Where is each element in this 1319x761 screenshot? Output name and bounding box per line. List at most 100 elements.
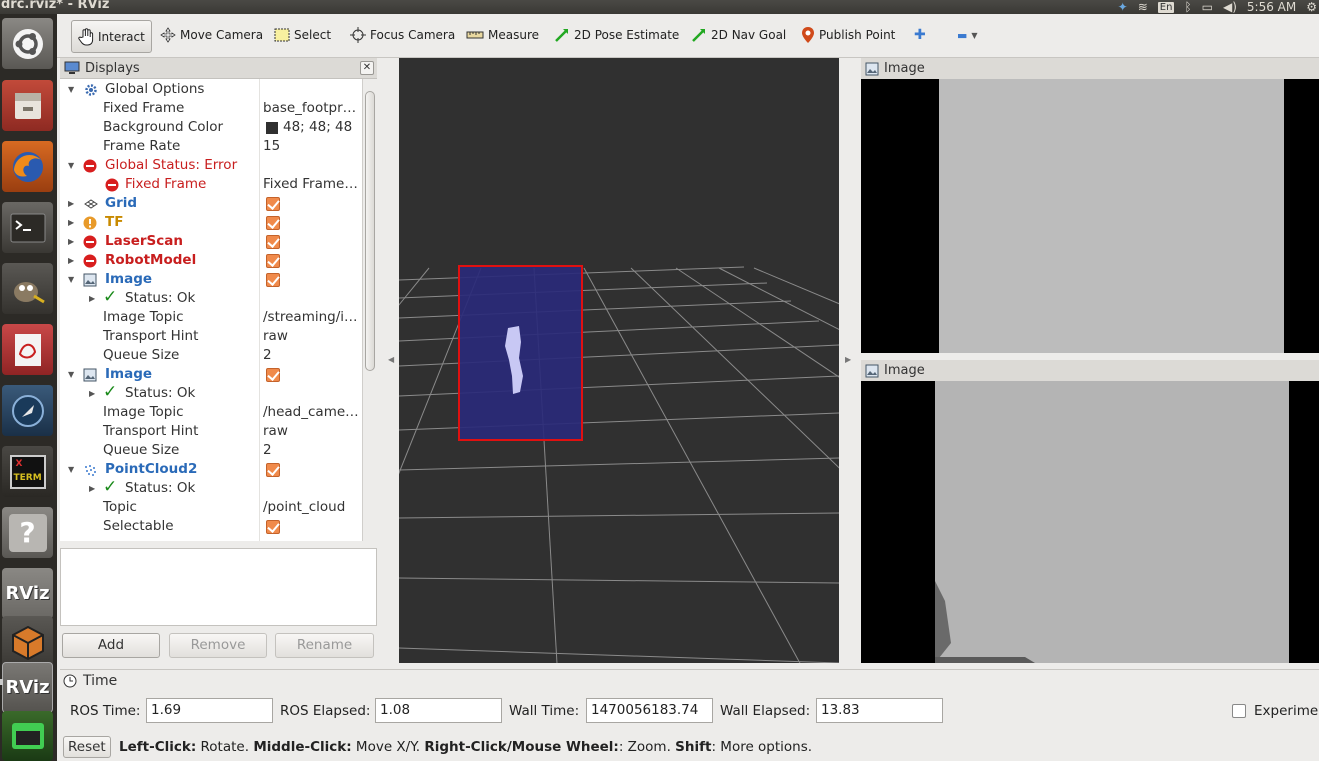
tree-row-queue-size[interactable]: Queue Size 2 <box>60 346 362 365</box>
tree-row-image-topic[interactable]: Image Topic /streaming/image <box>60 308 362 327</box>
tree-row-topic[interactable]: Topic /point_cloud <box>60 498 362 517</box>
pointcloud-enabled-checkbox[interactable] <box>266 463 280 477</box>
tree-row-frame-rate[interactable]: Frame Rate 15 <box>60 137 362 156</box>
tree-row-queue-size[interactable]: Queue Size 2 <box>60 441 362 460</box>
rviz-launcher-icon[interactable]: RViz <box>2 568 53 619</box>
expand-arrow-icon[interactable]: ▼ <box>68 80 74 99</box>
rviz-running-icon[interactable]: RViz <box>2 662 53 713</box>
splitter-handle-left[interactable]: ◀ <box>388 355 394 364</box>
tree-value[interactable]: /point_cloud <box>263 498 359 517</box>
expand-arrow-icon[interactable]: ▶ <box>89 479 95 498</box>
bluetooth-icon[interactable]: ᛒ <box>1184 1 1191 13</box>
package-icon[interactable] <box>2 616 53 667</box>
tree-value[interactable]: /head_camera/image <box>263 403 359 422</box>
volume-icon[interactable]: ◀) <box>1223 1 1237 13</box>
rename-display-button[interactable]: Rename <box>275 633 374 658</box>
interact-tool-button[interactable]: Interact <box>71 20 152 53</box>
publish-point-button[interactable]: Publish Point <box>798 23 898 47</box>
gear-icon[interactable]: ⚙ <box>1306 1 1317 13</box>
tree-row-grid[interactable]: ▶ Grid <box>60 194 362 213</box>
3d-viewport[interactable] <box>399 58 839 663</box>
tree-row-global-status[interactable]: ▼ Global Status: Error <box>60 156 362 175</box>
wall-elapsed-field[interactable]: 13.83 <box>816 698 943 723</box>
select-tool-button[interactable]: Select <box>271 23 334 47</box>
tree-row-background-color[interactable]: Background Color 48; 48; 48 <box>60 118 362 137</box>
wall-time-field[interactable]: 1470056183.74 <box>586 698 713 723</box>
tree-row-fixed-frame[interactable]: Fixed Frame base_footprint <box>60 99 362 118</box>
expand-arrow-icon[interactable]: ▼ <box>68 270 74 289</box>
reset-button[interactable]: Reset <box>63 736 111 758</box>
tree-value[interactable]: raw <box>263 327 359 346</box>
measure-tool-button[interactable]: Measure <box>463 23 542 47</box>
expand-arrow-icon[interactable]: ▶ <box>89 289 95 308</box>
tree-row-status-ok[interactable]: ▶ ✓ Status: Ok <box>60 478 362 498</box>
xterm-icon[interactable]: X TERM <box>2 446 53 497</box>
tree-value[interactable]: /streaming/image <box>263 308 359 327</box>
help-icon[interactable]: ? <box>2 507 53 558</box>
image-1-enabled-checkbox[interactable] <box>266 273 280 287</box>
tf-enabled-checkbox[interactable] <box>266 216 280 230</box>
laserscan-enabled-checkbox[interactable] <box>266 235 280 249</box>
remove-display-button[interactable]: Remove <box>169 633 267 658</box>
tree-value[interactable]: 2 <box>263 346 359 365</box>
image-view-2[interactable] <box>861 381 1319 663</box>
ros-time-field[interactable]: 1.69 <box>146 698 273 723</box>
terminal-icon[interactable] <box>2 202 53 253</box>
expand-arrow-icon[interactable]: ▶ <box>68 232 74 251</box>
clock[interactable]: 5:56 AM <box>1247 1 1296 13</box>
expand-arrow-icon[interactable]: ▶ <box>68 194 74 213</box>
dropbox-icon[interactable]: ✦ <box>1118 1 1128 13</box>
tree-row-selectable[interactable]: Selectable <box>60 517 362 536</box>
add-display-button[interactable]: Add <box>62 633 160 658</box>
keyboard-layout[interactable]: En <box>1157 1 1175 13</box>
expand-arrow-icon[interactable]: ▶ <box>89 384 95 403</box>
tree-value[interactable]: 2 <box>263 441 359 460</box>
close-icon[interactable]: ✕ <box>360 61 374 75</box>
tree-value[interactable]: 15 <box>263 137 359 156</box>
tree-row-fixed-frame-error[interactable]: Fixed Frame Fixed Frame [base_footprint]… <box>60 175 362 194</box>
expand-arrow-icon[interactable]: ▶ <box>68 213 74 232</box>
expand-arrow-icon[interactable]: ▼ <box>68 460 74 479</box>
tree-row-status-ok[interactable]: ▶ ✓ Status: Ok <box>60 288 362 308</box>
expand-arrow-icon[interactable]: ▼ <box>68 365 74 384</box>
color-swatch[interactable] <box>266 122 278 134</box>
splitter-handle-right[interactable]: ▶ <box>845 355 851 364</box>
ubuntu-icon[interactable] <box>2 18 53 69</box>
tree-row-global-options[interactable]: ▼ Global Options <box>60 80 362 99</box>
remove-tool-button[interactable]: ▬ ▼ <box>954 23 981 47</box>
displays-scrollbar[interactable] <box>362 79 377 541</box>
pose-estimate-button[interactable]: 2D Pose Estimate <box>551 23 682 47</box>
image-2-enabled-checkbox[interactable] <box>266 368 280 382</box>
image-view-1[interactable] <box>861 79 1319 353</box>
expand-arrow-icon[interactable]: ▶ <box>68 251 74 270</box>
rocket-app-icon[interactable] <box>2 385 53 436</box>
scrollbar-thumb[interactable] <box>365 91 375 371</box>
tree-value[interactable]: base_footprint <box>263 99 359 118</box>
selectable-checkbox[interactable] <box>266 520 280 534</box>
tree-row-tf[interactable]: ▶ TF <box>60 213 362 232</box>
grid-enabled-checkbox[interactable] <box>266 197 280 211</box>
move-camera-button[interactable]: Move Camera <box>157 23 266 47</box>
column-divider[interactable] <box>259 79 260 541</box>
ros-elapsed-field[interactable]: 1.08 <box>375 698 502 723</box>
gimp-icon[interactable] <box>2 263 53 314</box>
nav-goal-button[interactable]: 2D Nav Goal <box>688 23 789 47</box>
wifi-icon[interactable]: ≋ <box>1138 1 1148 13</box>
tree-value[interactable]: 48; 48; 48 <box>283 118 359 137</box>
tree-row-robotmodel[interactable]: ▶ RobotModel <box>60 251 362 270</box>
tree-value[interactable]: raw <box>263 422 359 441</box>
document-viewer-icon[interactable] <box>2 324 53 375</box>
tree-row-transport-hint[interactable]: Transport Hint raw <box>60 422 362 441</box>
qt-creator-icon[interactable] <box>2 711 53 761</box>
expand-arrow-icon[interactable]: ▼ <box>68 156 74 175</box>
robotmodel-enabled-checkbox[interactable] <box>266 254 280 268</box>
files-icon[interactable] <box>2 80 53 131</box>
tree-row-status-ok[interactable]: ▶ ✓ Status: Ok <box>60 383 362 403</box>
firefox-icon[interactable] <box>2 141 53 192</box>
battery-icon[interactable]: ▭ <box>1202 1 1213 13</box>
add-tool-button[interactable]: ✚ <box>911 23 929 47</box>
tree-row-transport-hint[interactable]: Transport Hint raw <box>60 327 362 346</box>
focus-camera-button[interactable]: Focus Camera <box>347 23 458 47</box>
tree-row-image-topic[interactable]: Image Topic /head_camera/image <box>60 403 362 422</box>
experimental-checkbox[interactable] <box>1232 704 1246 718</box>
